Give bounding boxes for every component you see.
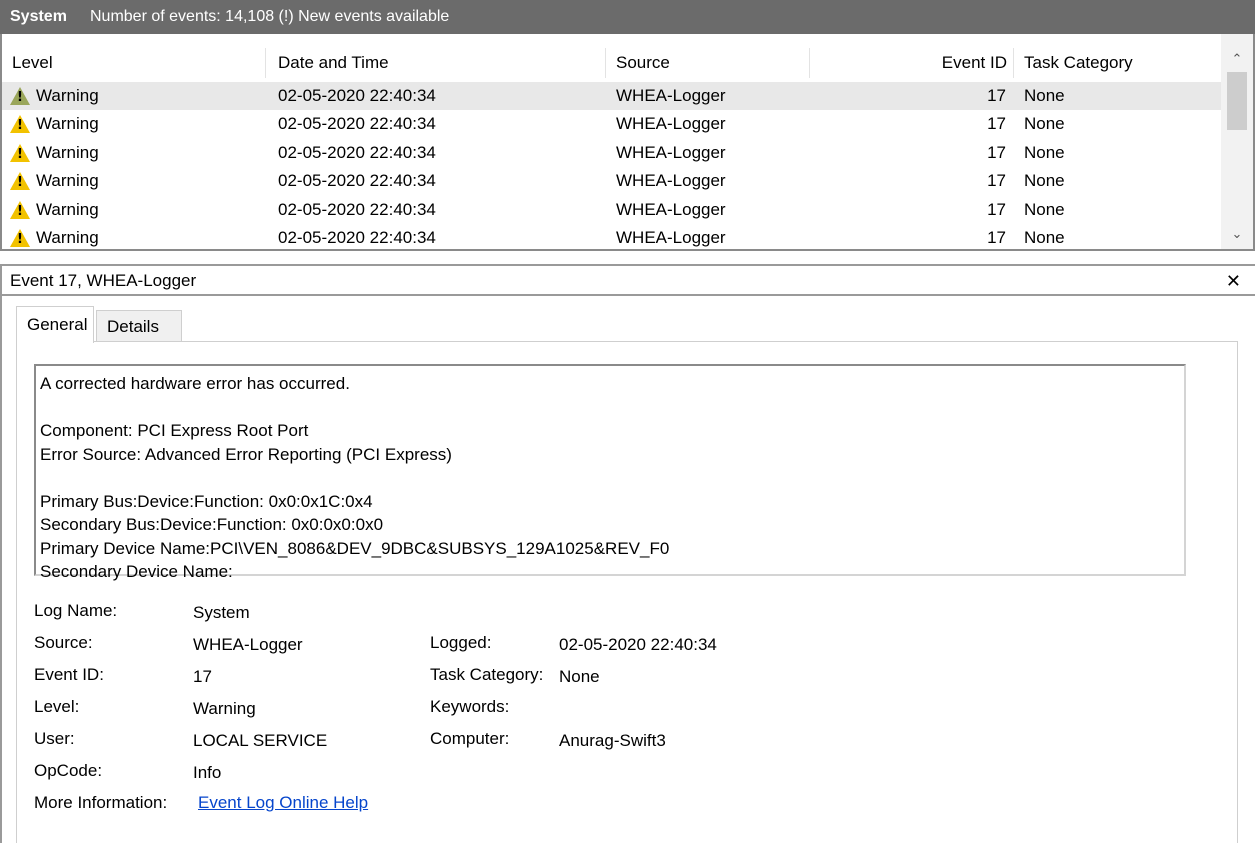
warning-icon (10, 115, 30, 134)
warning-icon (10, 172, 30, 191)
row-datetime: 02-05-2020 22:40:34 (278, 227, 436, 247)
description-line (40, 396, 1180, 420)
task-category-value: None (559, 667, 600, 686)
row-task-category: None (1024, 171, 1065, 191)
user-value: LOCAL SERVICE (193, 731, 328, 750)
table-row[interactable]: Warning 02-05-2020 22:40:34 WHEA-Logger … (2, 82, 1223, 111)
row-level: Warning (36, 171, 99, 191)
vertical-scrollbar[interactable]: ⌃ ⌄ (1221, 34, 1253, 249)
tab-details[interactable]: Details (96, 310, 182, 342)
level-value: Warning (193, 699, 256, 718)
event-detail-header: Event 17, WHEA-Logger ✕ (0, 264, 1255, 296)
event-id-label: Event ID: (34, 665, 104, 684)
column-header-event-id[interactable]: Event ID (810, 48, 1014, 78)
opcode-label: OpCode: (34, 761, 103, 780)
table-row[interactable]: Warning 02-05-2020 22:40:34 WHEA-Logger … (2, 196, 1223, 224)
event-list[interactable]: Level Date and Time Source Event ID Task… (0, 34, 1255, 251)
row-event-id: 17 (987, 114, 1006, 134)
event-detail-title: Event 17, WHEA-Logger (10, 271, 197, 290)
row-event-id: 17 (987, 171, 1006, 191)
row-task-category: None (1024, 227, 1065, 247)
column-header-task-category[interactable]: Task Category (1014, 48, 1223, 78)
row-source: WHEA-Logger (616, 86, 726, 105)
log-header-bar: System Number of events: 14,108 (!) New … (0, 0, 1255, 34)
description-line: Component: PCI Express Root Port (40, 421, 309, 440)
detail-pane-border (0, 296, 2, 843)
row-datetime: 02-05-2020 22:40:34 (278, 199, 436, 219)
row-datetime: 02-05-2020 22:40:34 (278, 171, 436, 191)
description-line: Primary Device Name:PCI\VEN_8086&DEV_9DB… (40, 538, 670, 558)
opcode-value: Info (193, 763, 222, 782)
description-line (40, 466, 1180, 490)
row-source: WHEA-Logger (616, 142, 726, 162)
column-headers: Level Date and Time Source Event ID Task… (2, 48, 1223, 78)
log-name-title: System (10, 8, 67, 25)
row-event-id: 17 (987, 227, 1006, 247)
column-header-source[interactable]: Source (606, 48, 810, 78)
scrollbar-thumb[interactable] (1227, 72, 1247, 130)
source-label: Source: (34, 633, 93, 652)
task-category-label: Task Category: (430, 665, 544, 684)
table-row[interactable]: Warning 02-05-2020 22:40:34 WHEA-Logger … (2, 110, 1223, 138)
row-level: Warning (36, 142, 99, 162)
event-rows: Warning 02-05-2020 22:40:34 WHEA-Logger … (2, 82, 1223, 249)
row-datetime: 02-05-2020 22:40:34 (278, 142, 436, 162)
warning-icon (10, 200, 30, 219)
row-level: Warning (36, 199, 99, 219)
close-icon[interactable]: ✕ (1226, 266, 1241, 296)
tab-general[interactable]: General (16, 306, 94, 343)
event-id-value: 17 (193, 667, 212, 686)
row-level: Warning (36, 86, 99, 105)
description-line: Secondary Bus:Device:Function: 0x0:0x0:0… (40, 515, 384, 534)
row-source: WHEA-Logger (616, 199, 726, 219)
keywords-label: Keywords: (430, 697, 510, 716)
row-source: WHEA-Logger (616, 171, 726, 191)
row-source: WHEA-Logger (616, 227, 726, 247)
row-level: Warning (36, 227, 99, 247)
warning-icon (10, 228, 30, 247)
chevron-down-icon[interactable]: ⌄ (1221, 221, 1253, 247)
log-name-label: Log Name: (34, 601, 118, 620)
row-event-id: 17 (987, 199, 1006, 219)
level-label: Level: (34, 697, 80, 716)
event-description-box[interactable]: A corrected hardware error has occurred.… (34, 364, 1186, 581)
source-value: WHEA-Logger (193, 635, 303, 654)
column-header-level[interactable]: Level (2, 48, 266, 78)
row-event-id: 17 (987, 142, 1006, 162)
row-task-category: None (1024, 199, 1065, 219)
row-source: WHEA-Logger (616, 114, 726, 134)
row-event-id: 17 (987, 86, 1006, 105)
description-line: Secondary Device Name: (40, 562, 233, 581)
column-header-date-time[interactable]: Date and Time (266, 48, 606, 78)
chevron-up-icon[interactable]: ⌃ (1221, 46, 1253, 72)
row-task-category: None (1024, 86, 1065, 105)
log-name-value: System (193, 603, 250, 622)
event-count-summary: Number of events: 14,108 (!) New events … (90, 8, 450, 25)
logged-value: 02-05-2020 22:40:34 (559, 635, 717, 654)
more-information-label: More Information: (34, 793, 168, 812)
computer-value: Anurag-Swift3 (559, 731, 666, 750)
row-datetime: 02-05-2020 22:40:34 (278, 86, 436, 105)
description-line: Error Source: Advanced Error Reporting (… (40, 444, 452, 464)
warning-icon (10, 143, 30, 162)
warning-icon (10, 87, 30, 105)
table-row[interactable]: Warning 02-05-2020 22:40:34 WHEA-Logger … (2, 139, 1223, 167)
user-label: User: (34, 729, 75, 748)
table-row[interactable]: Warning 02-05-2020 22:40:34 WHEA-Logger … (2, 167, 1223, 195)
row-level: Warning (36, 114, 99, 134)
row-task-category: None (1024, 114, 1065, 134)
event-log-online-help-link[interactable]: Event Log Online Help (198, 793, 368, 813)
description-line: Primary Bus:Device:Function: 0x0:0x1C:0x… (40, 491, 373, 511)
row-datetime: 02-05-2020 22:40:34 (278, 114, 436, 134)
logged-label: Logged: (430, 633, 492, 652)
table-row[interactable]: Warning 02-05-2020 22:40:34 WHEA-Logger … (2, 224, 1223, 249)
description-line: A corrected hardware error has occurred. (40, 374, 350, 393)
computer-label: Computer: (430, 729, 510, 748)
row-task-category: None (1024, 142, 1065, 162)
